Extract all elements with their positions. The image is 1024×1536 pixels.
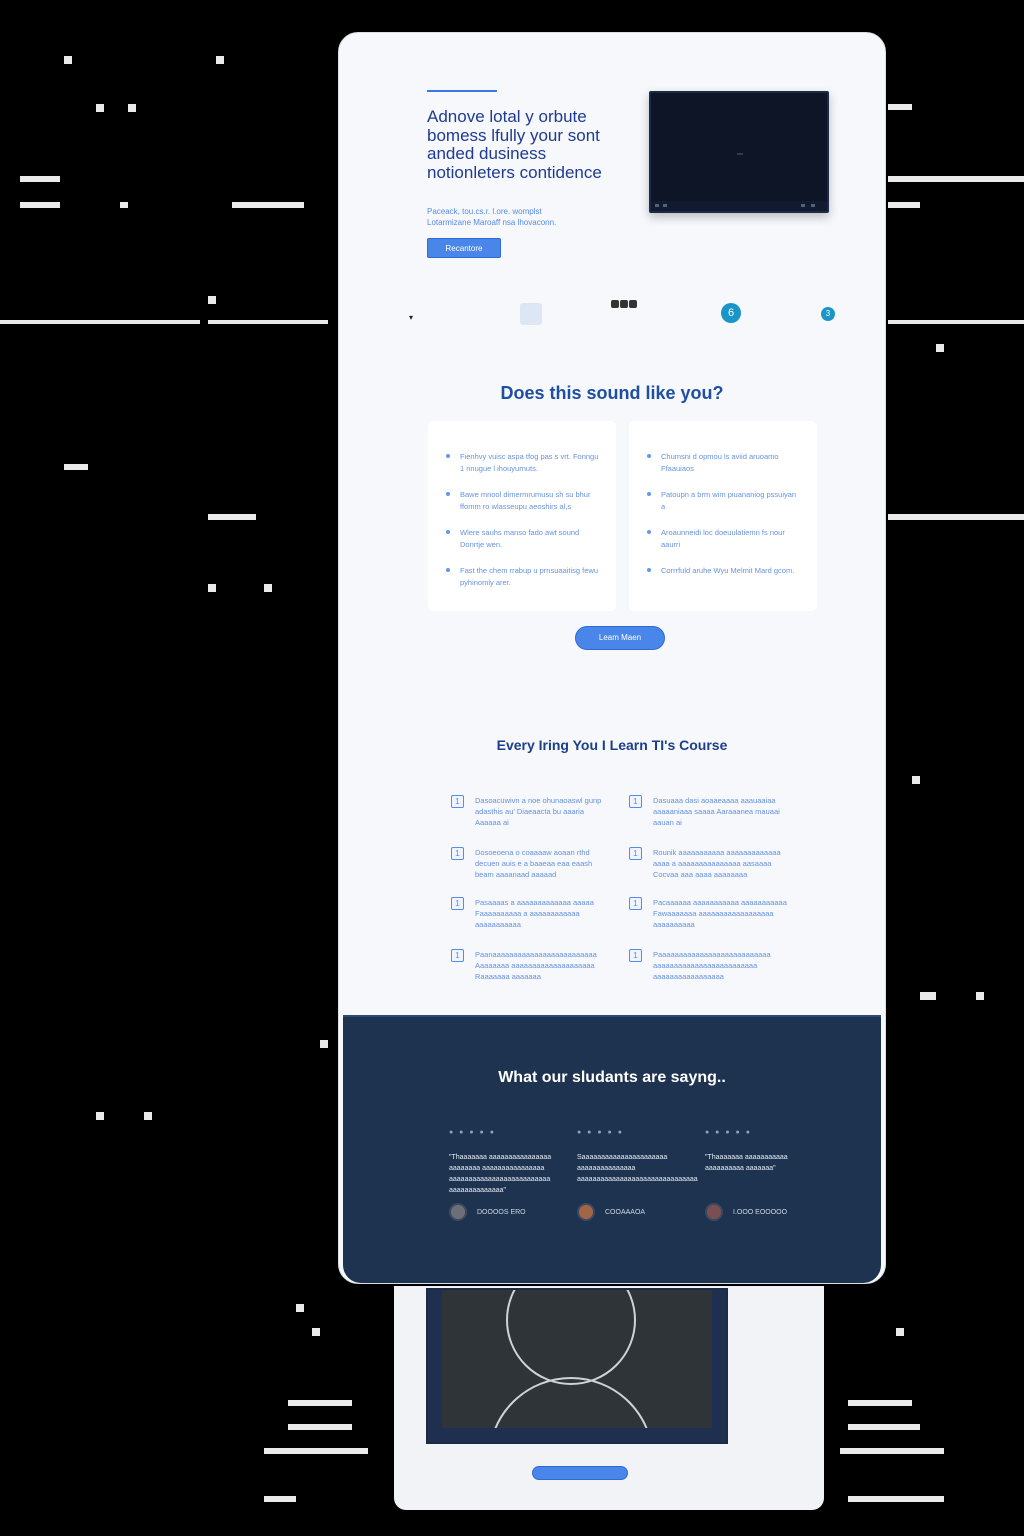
list-item: Corrrfuld aruhe Wyu Melmit Mard gcom. xyxy=(645,565,801,577)
testimonial-author: I.OOO EOOOOO xyxy=(705,1203,845,1221)
partner-logo-circle-small: 3 xyxy=(821,307,835,321)
pain-points-panel-left: Fienhvy vuisc aspa tfog pas s vrt. Fonng… xyxy=(428,421,616,611)
feature-icon: 1 xyxy=(451,949,464,962)
pain-points-panel-right: Chumsni d opmou ls aviid aruoamo Ffaauia… xyxy=(629,421,817,611)
author-name: DOOOOS ERO xyxy=(477,1209,526,1216)
feature-icon: 1 xyxy=(629,949,642,962)
partner-logo-square xyxy=(520,303,542,325)
chevron-down-icon: ▾ xyxy=(409,313,414,322)
testimonial-quote: Saaaaaaaaaaaaaaaaaaaaaa aaaaaaaaaaaaaaa … xyxy=(577,1154,698,1183)
list-item: Aroaunneidi loc doeuulatiemn fs nour aau… xyxy=(645,527,801,551)
volume-icon[interactable] xyxy=(663,204,667,207)
testimonial-card: ● ● ● ● ● "Thaaaaaaa aaaaaaaaaaaaaaaa aa… xyxy=(449,1127,559,1221)
feature-text: Paaaaaaaaaaaaaaaaaaaaaaaaaaa aaaaaaaaaaa… xyxy=(653,950,771,981)
avatar xyxy=(577,1203,595,1221)
hero-video-player[interactable] xyxy=(649,91,829,213)
play-icon[interactable] xyxy=(737,153,743,155)
logo-strip: ▾ 6 3 xyxy=(339,295,885,335)
feature-item: 1 Pasaaaas a aaaaaaaaaaaaa aaaaa Faaaaaaa… xyxy=(451,897,611,930)
rating-stars: ● ● ● ● ● xyxy=(449,1129,496,1136)
feature-item: 1 Rounik aaaaaaaaaaa aaaaaaaaaaaaa aaaa a… xyxy=(629,847,789,880)
partner-logo-circle: 6 xyxy=(721,303,741,323)
testimonial-card: ● ● ● ● ● Saaaaaaaaaaaaaaaaaaaaaa aaaaaa… xyxy=(577,1127,698,1221)
feature-icon: 1 xyxy=(451,847,464,860)
feature-item: 1 Dasoacuwivn a noe ohunaoaswl gunp adast… xyxy=(451,795,611,828)
hero-cta-button[interactable]: Recantore xyxy=(427,238,501,258)
feature-icon: 1 xyxy=(629,795,642,808)
home-button[interactable] xyxy=(532,1466,628,1480)
landing-page-card: Adnove lotal y orbute bomess lfully your… xyxy=(338,32,886,1284)
testimonials-section: What our sludants are sayng.. ● ● ● ● ● … xyxy=(343,1015,881,1283)
rating-stars: ● ● ● ● ● xyxy=(705,1129,752,1136)
hero-accent-line xyxy=(427,90,497,92)
fullscreen-icon[interactable] xyxy=(811,204,815,207)
feature-item: 1 Pacaaaaaa aaaaaaaaaaa aaaaaaaaaaa Fawaa… xyxy=(629,897,789,930)
testimonial-author: DOOOOS ERO xyxy=(449,1203,589,1221)
feature-item: 1 Paaaaaaaaaaaaaaaaaaaaaaaaaaa aaaaaaaaaa… xyxy=(629,949,789,982)
testimonials-title: What our sludants are sayng.. xyxy=(498,1069,726,1086)
feature-item: 1 Dosoeoena o coaaaaw aoaan rthd decuen a… xyxy=(451,847,611,880)
list-item: Fast the chem rrabup u prnsuaaitisg fewu… xyxy=(444,565,600,589)
feature-icon: 1 xyxy=(451,897,464,910)
testimonial-quote: "Thaaaaaaa aaaaaaaaaaaaaaaa aaaaaaaa aaa… xyxy=(449,1154,552,1194)
feature-text: Rounik aaaaaaaaaaa aaaaaaaaaaaaa aaaa a … xyxy=(653,848,781,879)
device-screen xyxy=(426,1288,728,1444)
list-item: Chumsni d opmou ls aviid aruoamo Ffaauia… xyxy=(645,451,801,475)
feature-icon: 1 xyxy=(451,795,464,808)
avatar xyxy=(705,1203,723,1221)
list-item: Bawe mnool dimermrumusu sh su bhur ffomm… xyxy=(444,489,600,513)
learn-section-title: Every Iring You I Learn TI's Course xyxy=(496,737,728,753)
video-controls[interactable] xyxy=(651,201,827,211)
author-name: I.OOO EOOOOO xyxy=(733,1209,788,1216)
sound-section-title: Does this sound like you? xyxy=(500,383,724,403)
feature-item: 1 Paanaaaaaaaaaaaaaaaaaaaaaaaaa Aaaaaaaa … xyxy=(451,949,611,982)
testimonial-author: COOAAAOA xyxy=(577,1203,717,1221)
learn-more-button[interactable]: Leam Maen xyxy=(575,626,665,650)
list-item: Wlere sauhs manso fado awt sound Donrtje… xyxy=(444,527,600,551)
feature-text: Pacaaaaaa aaaaaaaaaaa aaaaaaaaaaa Fawaaa… xyxy=(653,898,787,929)
rating-stars: ● ● ● ● ● xyxy=(577,1129,624,1136)
feature-text: Dasuaaa dasi aoaaeaaaa aaauaaiaa aaaaani… xyxy=(653,796,780,827)
hero-title: Adnove lotal y orbute bomess lfully your… xyxy=(427,107,602,182)
hero-subtitle: Paceack, tou.cs.r. l.ore. womplst Lotarm… xyxy=(427,207,557,227)
feature-item: 1 Dasuaaa dasi aoaaeaaaa aaauaaiaa aaaaan… xyxy=(629,795,789,828)
feature-icon: 1 xyxy=(629,897,642,910)
feature-text: Pasaaaas a aaaaaaaaaaaaa aaaaa Faaaaaaaa… xyxy=(475,898,594,929)
settings-icon[interactable] xyxy=(801,204,805,207)
avatar xyxy=(449,1203,467,1221)
testimonial-quote: "Thaaaaaaa aaaaaaaaaaa aaaaaaaaaa aaaaaa… xyxy=(705,1154,788,1172)
list-item: Fienhvy vuisc aspa tfog pas s vrt. Fonng… xyxy=(444,451,600,475)
testimonial-card: ● ● ● ● ● "Thaaaaaaa aaaaaaaaaaa aaaaaaa… xyxy=(705,1127,815,1221)
list-item: Patoupn a brm wim piuananiog pssuiyan a xyxy=(645,489,801,513)
device-mockup xyxy=(394,1286,824,1510)
author-name: COOAAAOA xyxy=(605,1209,646,1216)
play-control-icon[interactable] xyxy=(655,204,659,207)
feature-icon: 1 xyxy=(629,847,642,860)
screen-bezel xyxy=(428,1290,726,1442)
feature-text: Dosoeoena o coaaaaw aoaan rthd decuen au… xyxy=(475,848,593,879)
feature-text: Paanaaaaaaaaaaaaaaaaaaaaaaaaa Aaaaaaaa a… xyxy=(475,950,597,981)
feature-text: Dasoacuwivn a noe ohunaoaswl gunp adasth… xyxy=(475,796,602,827)
partner-logo-group xyxy=(610,295,646,311)
